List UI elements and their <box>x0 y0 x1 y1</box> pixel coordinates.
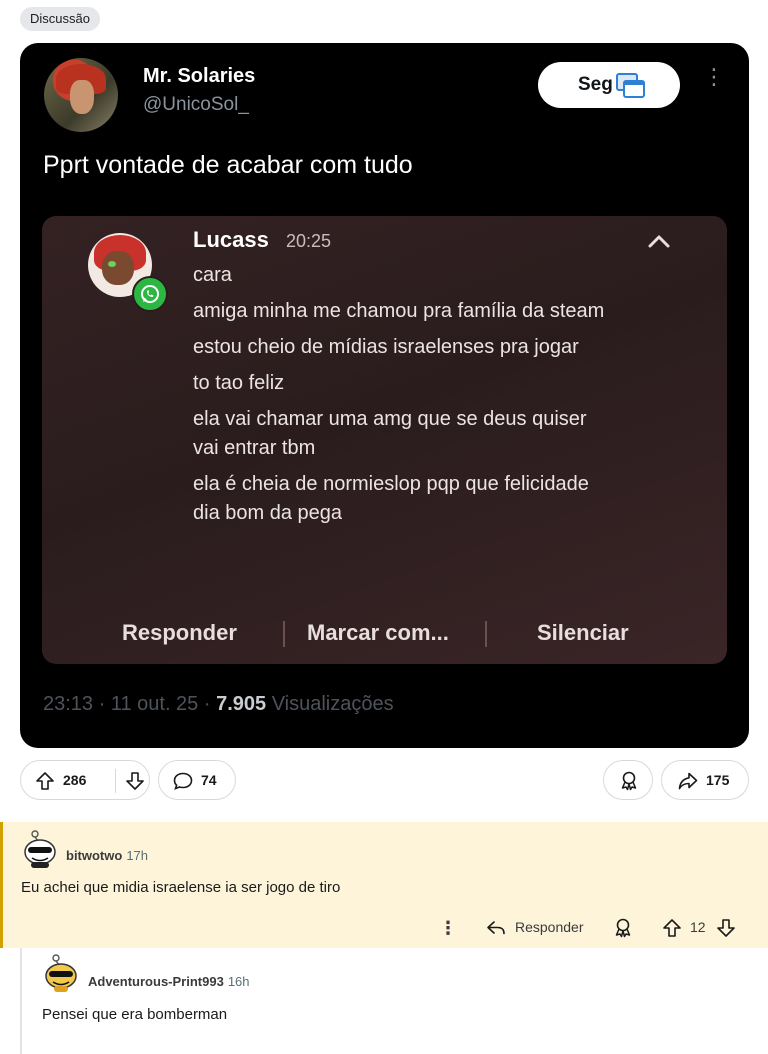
notification-message: estou cheio de mídias israelenses pra jo… <box>193 336 579 358</box>
share-icon <box>678 772 698 790</box>
action-divider <box>485 621 487 647</box>
upvote-count: 286 <box>63 772 87 788</box>
comment-age: 16h <box>227 974 250 989</box>
tweet-screenshot: Mr. Solaries @UnicoSol_ Seg ⋮ Pprt vonta… <box>20 43 749 748</box>
post-vote-control: 286 <box>20 760 150 800</box>
notification-reply-action: Responder <box>122 620 237 645</box>
action-divider <box>283 621 285 647</box>
tweet-timestamp: 23:13 · 11 out. 25 · <box>43 693 217 715</box>
comments-button[interactable]: 74 <box>158 760 236 800</box>
tweet-views-label: Visualizações <box>266 693 394 715</box>
comment-bubble-icon <box>173 772 193 790</box>
follow-button: Seg <box>538 62 680 108</box>
arrow-down-icon[interactable] <box>716 918 736 938</box>
whatsapp-notification: Lucass 20:25 cara amiga minha me chamou … <box>42 216 727 664</box>
arrow-up-icon[interactable] <box>662 918 682 938</box>
comment-count: 74 <box>201 772 217 788</box>
avatar[interactable] <box>21 828 59 868</box>
notification-mute-action: Silenciar <box>537 620 629 645</box>
reply-button[interactable]: Responder <box>515 919 584 935</box>
share-count: 175 <box>706 772 730 788</box>
post-flair[interactable]: Discussão <box>20 7 100 31</box>
whatsapp-icon <box>132 276 168 312</box>
avatar[interactable] <box>42 952 80 992</box>
comment: Adventurous-Print993 16h Pensei que era b… <box>22 948 768 1054</box>
follow-button-label: Seg <box>578 74 613 95</box>
comment-body: Pensei que era bomberman <box>42 1006 228 1023</box>
notification-message: cara <box>193 264 232 286</box>
comment-username[interactable]: Adventurous-Print993 16h <box>88 974 250 989</box>
window-icon <box>616 73 645 98</box>
tweet-author-name: Mr. Solaries <box>143 65 256 87</box>
chevron-up-icon <box>648 235 670 248</box>
comment-body: Eu achei que midia israelense ia ser jog… <box>21 879 341 896</box>
tweet-views-count: 7.905 <box>216 693 267 715</box>
reply-icon[interactable] <box>486 919 506 937</box>
more-icon: ⋮ <box>703 64 725 89</box>
arrow-up-icon[interactable] <box>35 771 55 791</box>
award-icon[interactable] <box>613 918 633 938</box>
tweet-text: Pprt vontade de acabar com tudo <box>43 151 413 179</box>
award-icon <box>621 771 637 791</box>
notification-message: amiga minha me chamou pra família da ste… <box>193 300 605 322</box>
notification-time: 20:25 <box>286 231 332 251</box>
notification-message: ela é cheia de normieslop pqp que felici… <box>193 473 589 524</box>
notification-message: ela vai chamar uma amg que se deus quise… <box>193 408 587 459</box>
notification-sender: Lucass <box>193 227 269 252</box>
notification-actions: Responder Marcar com... Silenciar <box>42 611 727 655</box>
tweet-author-handle: @UnicoSol_ <box>143 94 249 115</box>
notification-mark-action: Marcar com... <box>307 620 449 645</box>
comment-actions: ⋮ Responder 12 <box>433 918 768 942</box>
comment-username[interactable]: bitwotwo 17h <box>66 848 148 863</box>
notification-message: to tao feliz <box>193 372 285 394</box>
tweet-author-avatar <box>44 58 118 132</box>
comment-age: 17h <box>126 848 149 863</box>
notification-messages: cara amiga minha me chamou pra família d… <box>193 261 613 535</box>
share-button[interactable]: 175 <box>661 760 749 800</box>
award-button[interactable] <box>603 760 653 800</box>
reddit-post-page: Discussão Mr. Solaries @UnicoSol_ Seg ⋮ … <box>0 0 768 1054</box>
tweet-metadata: 23:13 · 11 out. 25 · 7.905 Visualizações <box>43 693 394 716</box>
comment: bitwotwo 17h Eu achei que midia israelens… <box>0 822 768 948</box>
more-icon[interactable]: ⋮ <box>439 918 457 938</box>
comment-vote-count: 12 <box>690 919 706 935</box>
vote-divider <box>115 769 116 793</box>
arrow-down-icon[interactable] <box>125 771 145 791</box>
